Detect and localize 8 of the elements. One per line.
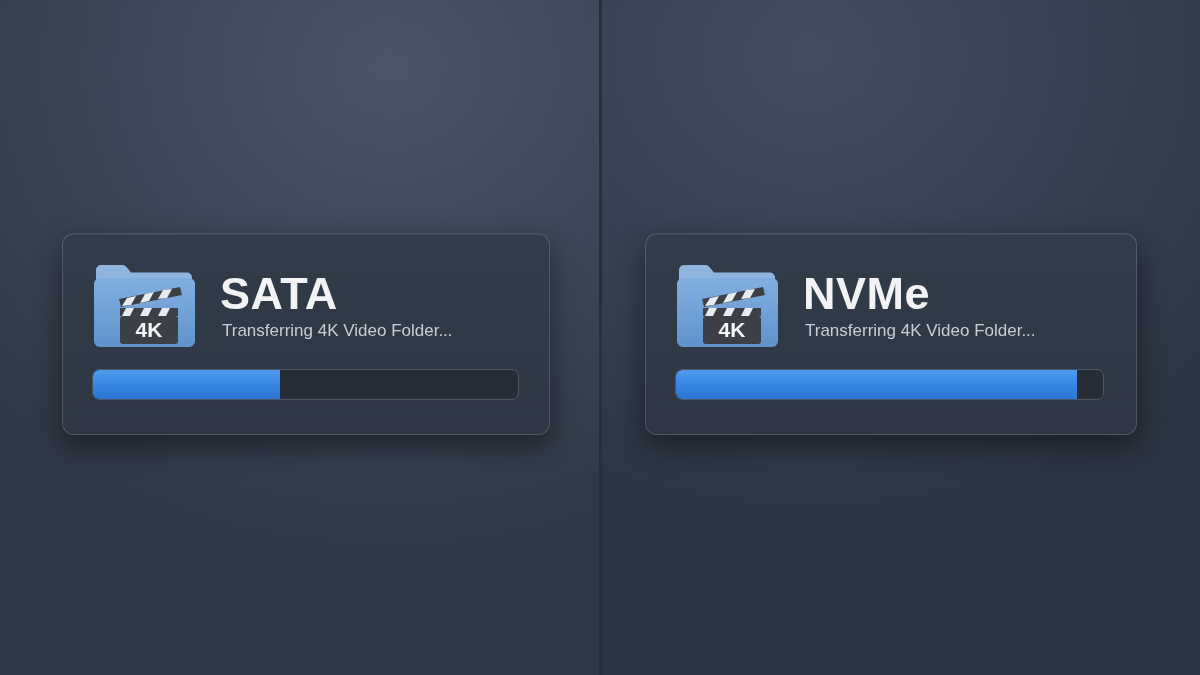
folder-clapperboard-icon <box>94 263 195 347</box>
folder-clapperboard-icon <box>677 263 778 347</box>
clapperboard-label: 4K <box>134 317 164 343</box>
status-text: Transferring 4K Video Folder... <box>222 321 453 342</box>
status-text: Transferring 4K Video Folder... <box>805 321 1036 342</box>
drive-title: NVMe <box>803 271 932 316</box>
clapperboard-label: 4K <box>717 317 747 343</box>
drive-title: SATA <box>220 271 339 316</box>
